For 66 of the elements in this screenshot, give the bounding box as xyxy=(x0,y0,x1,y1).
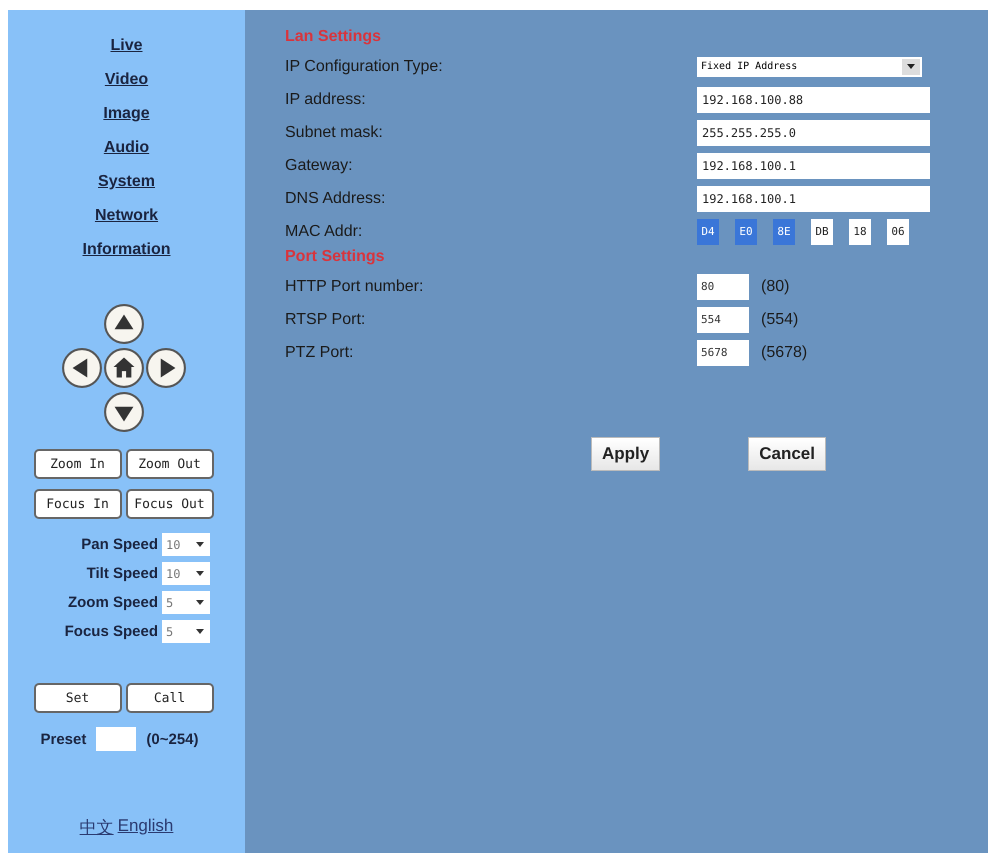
field-label: DNS Address: xyxy=(285,190,386,208)
port-field[interactable]: 554 xyxy=(697,306,749,332)
field-label: IP address: xyxy=(285,90,367,108)
preset-field[interactable] xyxy=(96,727,136,751)
input-field[interactable]: 192.168.100.1 xyxy=(697,152,930,178)
field-label: Gateway: xyxy=(285,156,354,174)
default-value: (80) xyxy=(761,278,790,296)
caret-icon xyxy=(196,542,204,547)
field-label: PTZ Port: xyxy=(285,344,354,362)
lens-button[interactable]: Focus Out xyxy=(126,489,214,519)
language-link[interactable]: English xyxy=(118,816,174,839)
arrow-down-icon[interactable] xyxy=(102,391,144,433)
speed-label: Focus Speed xyxy=(64,623,158,640)
port-field[interactable]: 5678 xyxy=(697,340,749,366)
preset-range: (0~254) xyxy=(146,730,198,748)
speed-select[interactable]: 5 xyxy=(162,591,210,614)
nav-link[interactable]: Audio xyxy=(104,137,150,159)
mac-field[interactable]: 8E xyxy=(773,218,795,244)
port-field[interactable]: 80 xyxy=(697,274,749,300)
action-button[interactable]: Apply xyxy=(591,437,660,471)
input-field[interactable]: 255.255.255.0 xyxy=(697,120,930,146)
nav-link[interactable]: System xyxy=(98,171,155,193)
nav-link[interactable]: Network xyxy=(94,205,158,227)
speed-select[interactable]: 10 xyxy=(162,533,210,556)
mac-field[interactable]: DB xyxy=(811,218,833,244)
field-label: MAC Addr: xyxy=(285,222,364,240)
field-label: IP Configuration Type: xyxy=(285,58,444,76)
mac-field[interactable]: 18 xyxy=(849,218,871,244)
caret-icon xyxy=(196,571,204,576)
nav-link[interactable]: Image xyxy=(103,103,150,125)
default-value: (5678) xyxy=(761,344,808,362)
mac-field[interactable]: D4 xyxy=(697,218,719,244)
arrow-up-icon[interactable] xyxy=(102,303,144,345)
preset-button[interactable]: Set xyxy=(34,683,122,713)
config-type-select[interactable]: Fixed IP Address xyxy=(697,56,922,76)
preset-button[interactable]: Call xyxy=(126,683,214,713)
nav-link[interactable]: Information xyxy=(82,239,170,261)
language-link[interactable]: 中文 xyxy=(80,816,114,839)
field-label: HTTP Port number: xyxy=(285,278,424,296)
caret-icon xyxy=(196,600,204,605)
default-value: (554) xyxy=(761,310,798,328)
field-label: Subnet mask: xyxy=(285,124,384,142)
action-button[interactable]: Cancel xyxy=(748,437,826,471)
speed-label: Tilt Speed xyxy=(86,565,158,582)
arrow-left-icon[interactable] xyxy=(60,347,102,389)
lens-button[interactable]: Zoom In xyxy=(34,449,122,479)
home-icon[interactable] xyxy=(102,347,144,389)
caret-icon xyxy=(907,64,915,69)
section-title: Lan Settings xyxy=(285,28,382,47)
caret-icon xyxy=(196,629,204,634)
speed-label: Pan Speed xyxy=(81,536,158,553)
section-title: Port Settings xyxy=(285,248,386,267)
lens-button[interactable]: Focus In xyxy=(34,489,122,519)
preset-label: Preset xyxy=(40,730,86,748)
mac-field[interactable]: E0 xyxy=(735,218,757,244)
input-field[interactable]: 192.168.100.88 xyxy=(697,86,930,112)
lens-button[interactable]: Zoom Out xyxy=(126,449,214,479)
speed-label: Zoom Speed xyxy=(68,594,158,611)
nav-link[interactable]: Video xyxy=(104,69,148,91)
input-field[interactable]: 192.168.100.1 xyxy=(697,186,930,212)
speed-select[interactable]: 10 xyxy=(162,562,210,585)
mac-field[interactable]: 06 xyxy=(887,218,909,244)
speed-select[interactable]: 5 xyxy=(162,620,210,643)
nav-link[interactable]: Live xyxy=(110,35,142,57)
field-label: RTSP Port: xyxy=(285,310,366,328)
arrow-right-icon[interactable] xyxy=(144,347,186,389)
